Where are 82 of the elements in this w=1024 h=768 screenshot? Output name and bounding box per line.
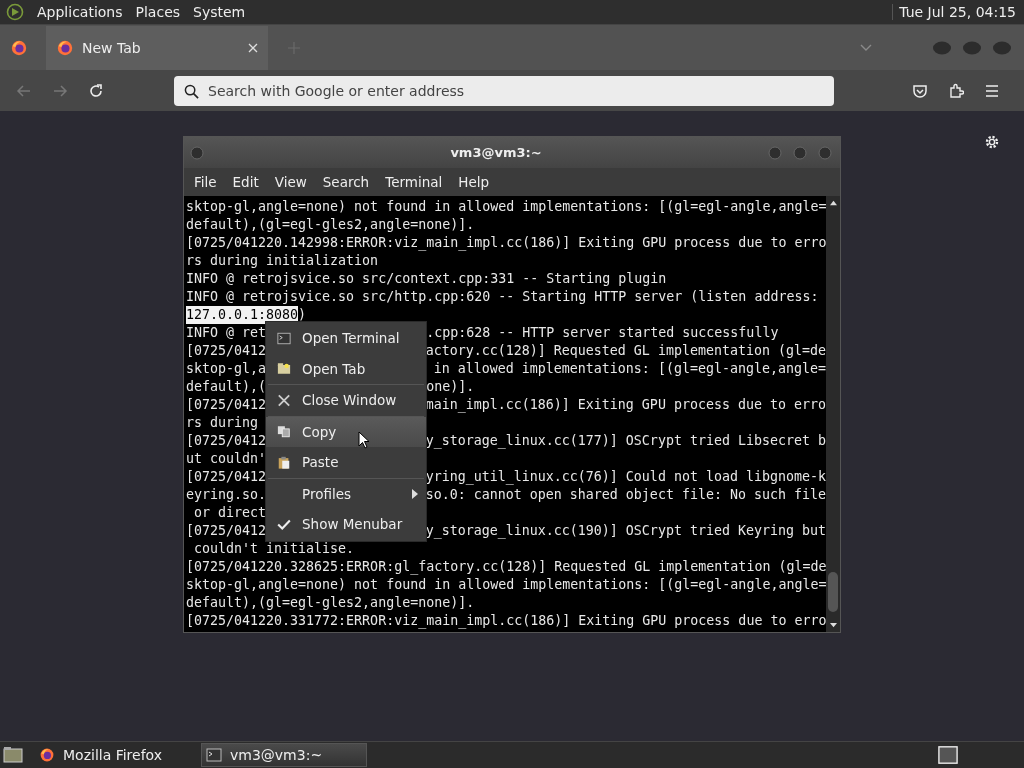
terminal-line: [0725/041220.328625:ERROR:gl_factory.cc(128)] Requested GL implementation (gl=de [186,558,826,576]
scroll-down-icon[interactable] [828,622,838,629]
terminal-line: [0725/0412 [186,522,267,540]
terminal-line: in allowed implementations: [(gl=egl-angle,angle= [432,360,826,378]
terminal-line: [0725/0412 [186,396,267,414]
extensions-icon[interactable] [948,82,964,99]
context-menu-item[interactable]: Open Tab [266,353,426,384]
address-field[interactable]: Search with Google or enter address [174,75,834,106]
context-menu-item[interactable]: Open Terminal [266,323,426,354]
scroll-thumb[interactable] [828,572,838,612]
submenu-arrow-icon [412,488,418,499]
context-menu-item[interactable]: Paste [266,447,426,478]
terminal-line: y_storage_linux.cc(177)] OSCrypt tried Libsecret b [425,432,826,450]
panel-menu[interactable]: Places [135,4,181,20]
settings-icon[interactable] [984,134,1000,150]
terminal-line: sktop-gl,angle=none) not found in allowed implementations: [(gl=egl-angle,angle= [186,198,826,216]
terminal-line: INFO @ ret [186,324,267,342]
menu-icon[interactable] [984,82,1000,99]
terminal-line: rs during [186,414,259,432]
terminal-line: one)]. [426,378,475,396]
browser-tab[interactable]: New Tab [46,25,268,70]
scroll-up-icon[interactable] [828,199,838,206]
context-menu-item[interactable]: Copy [266,416,426,447]
terminal-line: eyring.so. [186,486,267,504]
terminal-icon [277,331,291,345]
firefox-logo-icon [56,38,74,57]
terminal-line: couldn't initialise. [193,540,355,558]
terminal-line: default),( [186,378,267,396]
show-desktop-icon[interactable] [3,746,23,764]
pocket-icon[interactable] [912,82,928,99]
terminal-line: ) [298,306,307,324]
scrollbar[interactable] [826,196,840,632]
terminal-line: y_storage_linux.cc(190)] OSCrypt tried Keyring but [425,522,826,540]
folder-icon [277,362,291,376]
search-icon [184,83,199,99]
terminal-line: INFO @ retrojsvice.so src/http.cpp:620 -- Starting HTTP server (listen address: [186,288,819,306]
terminal-line: [0725/0412 [186,432,267,450]
context-menu-item[interactable]: Show Menubar [266,509,426,540]
terminal-line: [0725/041220.331772:ERROR:viz_main_impl.cc(186)] Exiting GPU process due to erro [186,612,826,630]
menu-item[interactable]: Edit [224,174,267,190]
selected-text: 127.0.0.1:8080 [186,306,299,324]
context-menu-item[interactable]: Profiles [266,478,426,509]
terminal-line: INFO @ retrojsvice.so src/context.cpp:331 -- Starting plugin [186,270,667,288]
terminal-icon [206,747,222,763]
panel-menu[interactable]: System [193,4,246,20]
context-menu-item[interactable]: Close Window [266,385,426,416]
menu-item[interactable]: File [186,174,225,190]
terminal-line: main_impl.cc(186)] Exiting GPU process due to erro [425,396,826,414]
terminal-line: default),(gl=egl-gles2,angle=none)]. [186,216,475,234]
panel-menu[interactable]: Applications [37,4,123,20]
menu-item[interactable]: View [266,174,315,190]
terminal-line: .cpp:628 -- HTTP server started successfully [426,324,779,342]
terminal-line: [0725/0412 [186,342,267,360]
menu-item[interactable]: Search [314,174,378,190]
terminal-line: or direct [193,504,267,522]
clock[interactable]: Tue Jul 25, 04:15 [892,4,1016,20]
taskbar-button[interactable]: vm3@vm3:~ [201,743,367,767]
terminal-line: rs during initialization [186,252,379,270]
terminal-line: so.0: cannot open shared object file: No such file [425,486,826,504]
clipboard-icon [277,455,291,469]
copy-icon [277,425,291,439]
workspace-switcher-icon[interactable] [938,745,958,765]
terminal-line: sktop-gl,angle=none) not found in allowed implementations: [(gl=egl-angle,angle= [186,576,826,594]
terminal-line: default),(gl=egl-gles2,angle=none)]. [186,594,475,612]
firefox-logo-icon [39,747,55,763]
distro-logo-icon[interactable] [6,3,24,21]
taskbar-button[interactable]: Mozilla Firefox [35,743,201,767]
reload-icon[interactable] [88,82,104,99]
terminal-line: sktop-gl,a [186,360,267,378]
firefox-logo-icon[interactable] [10,38,28,57]
terminal-line: yring_util_linux.cc(76)] Could not load libgnome-k [425,468,826,486]
close-icon [277,393,291,407]
close-icon[interactable] [248,42,258,53]
terminal-line: [0725/041220.142998:ERROR:viz_main_impl.cc(186)] Exiting GPU process due to erro [186,234,826,252]
terminal-line: [0725/0412 [186,468,267,486]
mouse-cursor-icon [358,431,370,449]
checkmark-icon [277,517,291,531]
menu-item[interactable]: Terminal [377,174,451,190]
menu-item[interactable]: Help [450,174,498,190]
terminal-line: actory.cc(128)] Requested GL implementation (gl=de [425,342,826,360]
terminal-line: ut couldn' [186,450,267,468]
window-title: vm3@vm3:~ [450,145,542,160]
